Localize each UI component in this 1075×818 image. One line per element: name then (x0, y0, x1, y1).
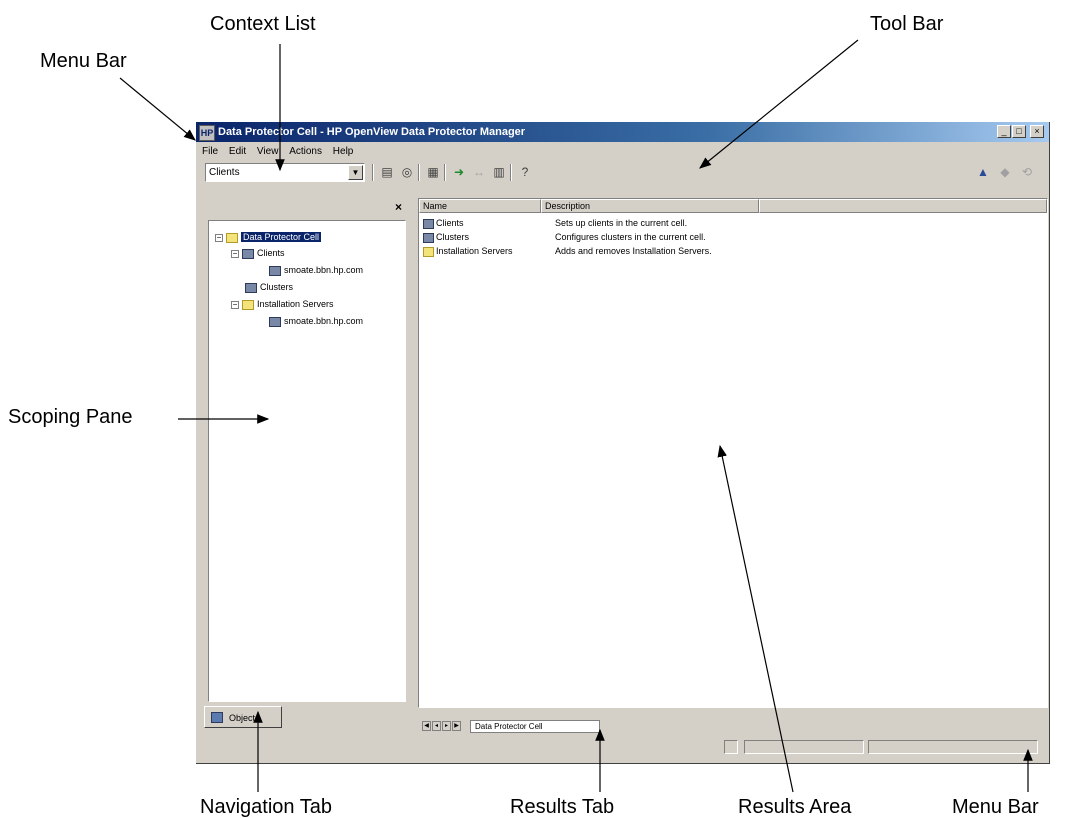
app-icon: HP (199, 125, 215, 141)
status-cell (868, 740, 1038, 754)
tree-item-client-host[interactable]: smoate.bbn.hp.com (269, 264, 363, 276)
close-icon[interactable]: × (395, 200, 402, 214)
column-header-description[interactable]: Description (541, 199, 759, 213)
tree-label: smoate.bbn.hp.com (284, 316, 364, 326)
row-description: Adds and removes Installation Servers. (555, 246, 712, 256)
refresh-icon[interactable]: ⟲ (1018, 164, 1036, 181)
tree-label: smoate.bbn.hp.com (284, 265, 364, 275)
table-row[interactable]: Installation Servers Adds and removes In… (423, 245, 712, 257)
menu-edit[interactable]: Edit (227, 144, 252, 160)
cluster-icon (245, 282, 257, 293)
tree-label: Installation Servers (257, 299, 334, 309)
toolbar-separator (444, 164, 446, 181)
help-icon[interactable]: ? (516, 164, 534, 181)
window-title: Data Protector Cell - HP OpenView Data P… (218, 126, 526, 138)
tree-label: Data Protector Cell (241, 232, 322, 242)
objects-icon (211, 712, 223, 723)
navigation-tab-label: Objects (229, 713, 260, 723)
table-row[interactable]: Clients Sets up clients in the current c… (423, 217, 687, 229)
menu-view[interactable]: View (255, 144, 285, 160)
title-bar[interactable]: HP Data Protector Cell - HP OpenView Dat… (196, 122, 1049, 142)
properties-icon[interactable]: ▥ (490, 164, 508, 181)
collapse-icon[interactable]: − (231, 249, 239, 258)
callout-context-list: Context List (210, 13, 316, 35)
export-icon[interactable]: ↔ (470, 164, 488, 181)
tree-item-installation-servers[interactable]: − Installation Servers (231, 298, 334, 310)
folder-icon (226, 232, 238, 243)
tree-item-root[interactable]: − Data Protector Cell (215, 231, 322, 243)
menu-bar: File Edit View Actions Help (200, 144, 359, 160)
tree-item-install-host[interactable]: smoate.bbn.hp.com (269, 315, 363, 327)
callout-menu-bar-bottom: Menu Bar (952, 796, 1039, 818)
clients-icon (242, 248, 254, 259)
row-name: Clusters (436, 232, 470, 242)
table-row[interactable]: Clusters Configures clusters in the curr… (423, 231, 706, 243)
callout-menu-bar: Menu Bar (40, 50, 127, 72)
toolbar-separator (510, 164, 512, 181)
minimize-button[interactable]: _ (997, 125, 1011, 138)
column-header-name[interactable]: Name (419, 199, 541, 213)
arrow-menu-bar (119, 77, 196, 141)
callout-navigation-tab: Navigation Tab (200, 796, 332, 818)
toolbar-separator (372, 164, 374, 181)
status-cell (744, 740, 864, 754)
scoping-pane-header: × (202, 198, 406, 216)
callout-results-area: Results Area (738, 796, 852, 818)
tree-item-clusters[interactable]: Clusters (245, 281, 293, 293)
scoping-pane[interactable]: − Data Protector Cell − Clients smoate.bbn… (208, 220, 406, 702)
import-icon[interactable]: ➜ (450, 164, 468, 181)
callout-tool-bar: Tool Bar (870, 13, 944, 35)
tree-label: Clusters (260, 282, 294, 292)
list-icon[interactable]: ▦ (424, 164, 442, 181)
navigation-tab-objects[interactable]: Objects (204, 706, 282, 728)
connect-icon[interactable]: ◆ (996, 164, 1014, 181)
status-bar (724, 740, 1044, 754)
results-tab-strip: ◀ ◂ ▸ ▶ Data Protector Cell (422, 720, 1047, 734)
results-area[interactable]: Name Description Clients Sets up clients… (418, 198, 1048, 708)
menu-actions[interactable]: Actions (287, 144, 328, 160)
cluster-icon (423, 232, 434, 243)
add-client-icon[interactable]: ▤ (378, 164, 396, 181)
app-window: HP Data Protector Cell - HP OpenView Dat… (196, 122, 1050, 764)
row-name: Clients (436, 218, 464, 228)
results-tab[interactable]: Data Protector Cell (470, 720, 600, 733)
clients-icon (423, 218, 434, 229)
toolbar-separator (418, 164, 420, 181)
tree-label: Clients (257, 248, 285, 258)
cell-manager-icon[interactable]: ▲ (974, 164, 992, 181)
context-list-select[interactable]: Clients ▼ (205, 163, 365, 182)
prev-tab-icon[interactable]: ◂ (432, 721, 441, 731)
collapse-icon[interactable]: − (231, 300, 239, 309)
folder-icon (242, 299, 254, 310)
close-button[interactable]: × (1030, 125, 1044, 138)
disk-icon[interactable]: ◎ (398, 164, 416, 181)
next-tab-icon[interactable]: ▸ (442, 721, 451, 731)
menu-file[interactable]: File (200, 144, 224, 160)
first-tab-icon[interactable]: ◀ (422, 721, 431, 731)
row-description: Configures clusters in the current cell. (555, 232, 706, 242)
status-cell (724, 740, 738, 754)
row-description: Sets up clients in the current cell. (555, 218, 688, 228)
menu-help[interactable]: Help (331, 144, 360, 160)
collapse-icon[interactable]: − (215, 233, 223, 242)
last-tab-icon[interactable]: ▶ (452, 721, 461, 731)
tree-item-clients[interactable]: − Clients (231, 247, 285, 259)
callout-results-tab: Results Tab (510, 796, 615, 818)
column-header-empty (759, 199, 1047, 213)
folder-icon (423, 246, 434, 257)
maximize-button[interactable]: □ (1012, 125, 1026, 138)
computer-icon (269, 265, 281, 276)
chevron-down-icon[interactable]: ▼ (348, 165, 363, 180)
context-list-value: Clients (209, 167, 240, 178)
row-name: Installation Servers (436, 246, 513, 256)
server-icon (269, 316, 281, 327)
callout-scoping-pane: Scoping Pane (8, 406, 133, 428)
